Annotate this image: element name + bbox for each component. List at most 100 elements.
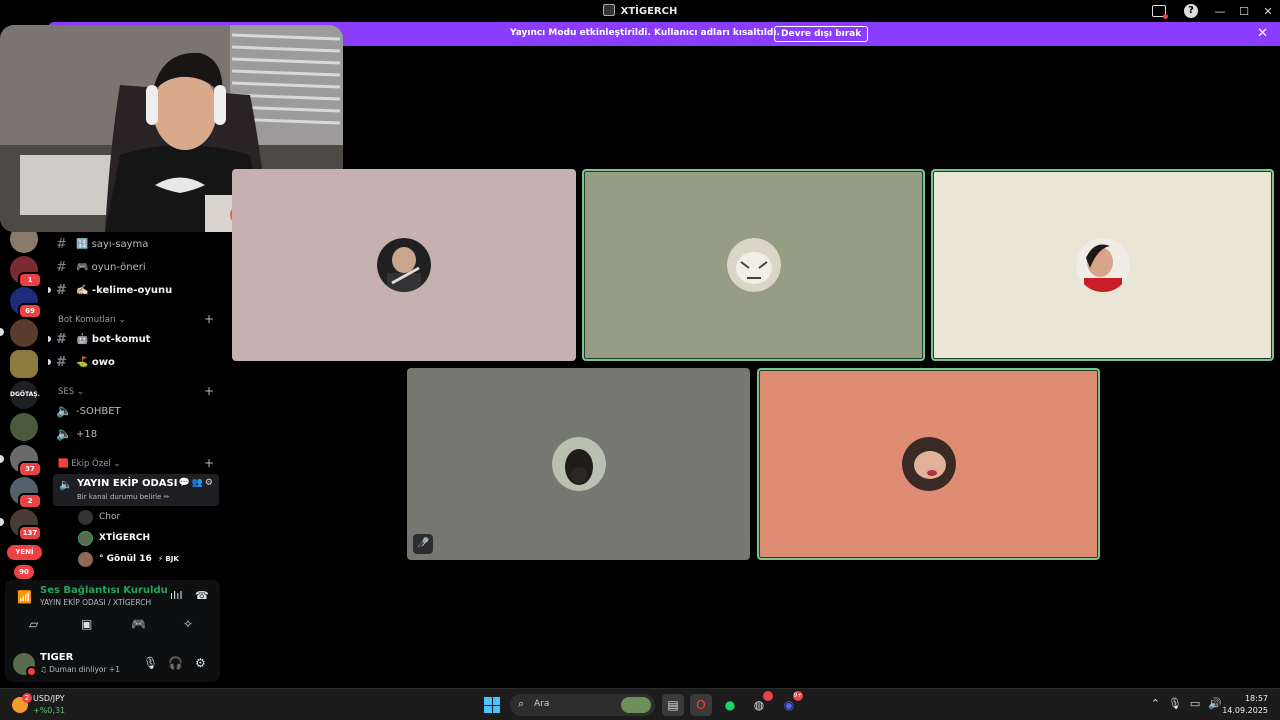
category-label: SES xyxy=(58,387,75,397)
task-view-icon[interactable]: ▤ xyxy=(662,694,684,716)
chevron-up-icon[interactable]: ⌃ xyxy=(1151,697,1168,710)
gear-icon[interactable]: ⚙ xyxy=(195,656,206,670)
channel-list: # 🔢 sayı-sayma # 🎮 oyun-öneri # ✍🏻 -kelime-… xyxy=(48,232,220,580)
active-voice-channel[interactable]: 🔈 YAYIN EKİP ODASI Bir kanal durumu beli… xyxy=(53,474,219,506)
share-screen-icon[interactable]: ▣ xyxy=(81,617,92,631)
participant-tile[interactable]: 🎤̸ xyxy=(407,368,750,560)
disable-streamer-mode-button[interactable]: Devre dışı bırak xyxy=(774,26,869,42)
steam-icon[interactable]: ◍ xyxy=(748,691,773,716)
close-banner-icon[interactable]: ✕ xyxy=(1257,26,1268,41)
participant-tile[interactable] xyxy=(232,169,576,361)
unread-pill xyxy=(0,328,4,336)
start-button[interactable] xyxy=(484,697,500,713)
channel-item[interactable]: # 🔢 sayı-sayma xyxy=(56,234,148,254)
user-name[interactable]: TIGER xyxy=(40,652,73,663)
activities-icon[interactable]: 🎮 xyxy=(131,617,146,631)
participant-tile-speaking[interactable] xyxy=(582,169,925,361)
server-icon[interactable]: 69 xyxy=(10,287,42,319)
clock[interactable]: 18:57 14.09.2025 xyxy=(1222,693,1268,717)
server-icon[interactable]: 1 xyxy=(10,256,42,288)
microphone-tray-icon[interactable]: 🎙 xyxy=(1168,697,1190,710)
banner-message: Yayıncı Modu etkinleştirildi. Kullanıcı … xyxy=(510,28,780,38)
maximize-button[interactable]: ☐ xyxy=(1232,5,1256,18)
voice-channel-item[interactable]: 🔈 -SOHBET xyxy=(56,401,121,421)
screen-share-icon[interactable] xyxy=(1152,5,1168,19)
category-bot-commands[interactable]: Bot Komutları ⌄ xyxy=(58,315,126,325)
widget-change: +%0,31 xyxy=(33,706,66,715)
close-window-button[interactable]: ✕ xyxy=(1256,5,1280,18)
category-voice[interactable]: SES ⌄ xyxy=(58,387,84,397)
channel-name: 🔢 sayı-sayma xyxy=(76,238,149,250)
server-icon[interactable] xyxy=(10,319,38,347)
server-icon[interactable]: 2 xyxy=(10,477,42,509)
speaker-icon: 🔈 xyxy=(56,403,73,419)
server-icon[interactable]: 137 xyxy=(10,509,42,541)
channel-item[interactable]: # 🤖 bot-komut xyxy=(56,329,150,349)
headphones-icon[interactable]: 🎧 xyxy=(168,656,183,670)
help-icon[interactable]: ? xyxy=(1184,4,1198,18)
hash-icon: # xyxy=(56,236,67,252)
voice-member[interactable]: ° Gönül 16 ⚡ BJK xyxy=(78,550,179,568)
chevron-down-icon: ⌄ xyxy=(118,315,126,325)
voice-member[interactable]: Chor xyxy=(78,508,120,526)
unread-pill xyxy=(0,518,4,526)
voice-status-title[interactable]: Ses Bağlantısı Kuruldu xyxy=(40,585,168,596)
spotify-icon[interactable]: ● xyxy=(719,694,741,716)
muted-icon: 🎤̸ xyxy=(413,534,433,554)
channel-name: 🤖 bot-komut xyxy=(76,333,151,345)
signal-icon[interactable]: 📶 xyxy=(17,590,32,604)
member-name: ° Gönül 16 xyxy=(99,554,152,564)
invite-icon[interactable]: 👥 xyxy=(192,478,205,488)
display-icon[interactable]: ▭ xyxy=(1190,697,1208,710)
microphone-icon[interactable]: 🎙 xyxy=(143,656,158,670)
title-bar: XTİGERCH ? — ☐ ✕ xyxy=(0,0,1280,22)
channel-item[interactable]: # ✍🏻 -kelime-oyunu xyxy=(56,280,172,300)
add-channel-icon[interactable]: + xyxy=(204,312,214,326)
participant-tile-speaking[interactable] xyxy=(757,368,1100,560)
user-avatar[interactable] xyxy=(13,653,37,677)
server-icon[interactable]: 37 xyxy=(10,445,42,477)
noise-suppression-icon[interactable]: ıIıI xyxy=(170,589,183,602)
voice-channel-item[interactable]: 🔈 +18 xyxy=(56,424,97,444)
camera-off-icon[interactable]: ▱ xyxy=(29,617,38,631)
chat-icon[interactable]: 💬 xyxy=(178,478,191,488)
participant-tile-speaking[interactable] xyxy=(931,169,1274,361)
clock-time: 18:57 xyxy=(1244,694,1268,703)
unread-pill xyxy=(0,455,4,463)
channel-name: ✍🏻 -kelime-oyunu xyxy=(76,284,173,296)
hash-icon: # xyxy=(56,354,67,370)
hash-icon: # xyxy=(56,331,67,347)
discord-badge: 9+ xyxy=(793,691,803,701)
user-panel: TIGER ♫ Duman dinliyor +1 🎙 🎧 ⚙ xyxy=(5,646,220,682)
voice-member[interactable]: XTİGERCH xyxy=(78,529,150,547)
window-title: XTİGERCH xyxy=(0,4,1280,17)
minimize-button[interactable]: — xyxy=(1208,5,1232,18)
chevron-down-icon: ⌄ xyxy=(76,387,84,397)
category-team-private[interactable]: 🟥 Ekip Özel ⌄ xyxy=(58,459,121,469)
system-tray[interactable]: ⌃🎙▭🔊 xyxy=(1151,697,1230,710)
window-title-text: XTİGERCH xyxy=(620,6,678,17)
server-badge: 90 xyxy=(14,565,34,579)
gear-icon[interactable]: ⚙ xyxy=(205,478,215,488)
disconnect-icon[interactable]: ☎ xyxy=(195,589,209,602)
add-channel-icon[interactable]: + xyxy=(204,384,214,398)
new-label: YENİ xyxy=(15,548,34,556)
channel-name: -SOHBET xyxy=(76,405,121,417)
opera-icon[interactable]: O xyxy=(690,694,712,716)
server-icon-active[interactable] xyxy=(10,350,38,378)
channel-item[interactable]: # ⛳ owo xyxy=(56,352,115,372)
widget-icon: 2 xyxy=(12,693,32,713)
channel-status-setter[interactable]: Bir kanal durumu belirle ✏ xyxy=(77,493,170,501)
avatar xyxy=(78,509,93,525)
discord-icon[interactable]: ◉ 9+ xyxy=(778,691,803,716)
soundboard-icon[interactable]: ✧ xyxy=(183,617,193,631)
search-placeholder: Ara xyxy=(534,699,550,709)
widget-pair: USD/JPY xyxy=(33,694,65,703)
add-channel-icon[interactable]: + xyxy=(204,456,214,470)
taskbar-search[interactable]: ⌕ Ara xyxy=(510,694,655,716)
channel-item[interactable]: # 🎮 oyun-öneri xyxy=(56,257,146,277)
new-servers-pill[interactable]: YENİ xyxy=(7,545,42,560)
server-icon[interactable] xyxy=(10,413,38,441)
member-name: XTİGERCH xyxy=(99,533,151,543)
server-icon[interactable]: DGÖTAŞ. xyxy=(10,381,40,409)
